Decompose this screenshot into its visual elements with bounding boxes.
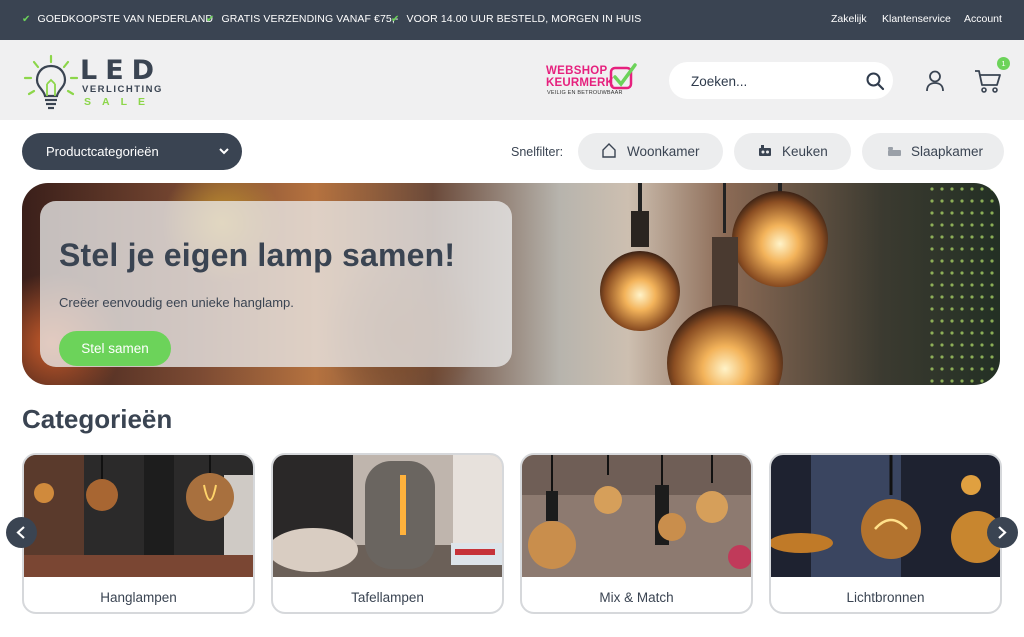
check-icon: ✔	[391, 13, 400, 25]
category-image	[24, 455, 253, 577]
category-label: Hanglampen	[100, 590, 177, 605]
bed-icon	[888, 147, 901, 156]
site-header: LED VERLICHTING SALE WEBSHOP KEURMERK VE…	[0, 40, 1024, 120]
logo-text-sale: SALE	[84, 96, 157, 108]
stove-icon	[759, 145, 771, 156]
category-card-mix-match[interactable]: Mix & Match	[520, 453, 753, 614]
category-card-tafellampen[interactable]: Tafellampen	[271, 453, 504, 614]
usp-text: GRATIS VERZENDING VANAF €75,-	[221, 13, 399, 25]
filter-chip-woonkamer[interactable]: Woonkamer	[578, 133, 723, 170]
chevron-left-icon	[16, 526, 25, 539]
chevron-right-icon	[998, 526, 1007, 539]
site-logo[interactable]: LED VERLICHTING SALE	[22, 54, 172, 110]
product-categories-dropdown[interactable]: Productcategorieën	[22, 133, 242, 170]
chip-label: Woonkamer	[627, 144, 700, 159]
search-bar	[669, 62, 893, 99]
filter-chip-keuken[interactable]: Keuken	[734, 133, 851, 170]
shopping-cart-icon[interactable]	[974, 68, 1002, 94]
hero-title: Stel je eigen lamp samen!	[59, 237, 456, 273]
lightbulb-logo-icon	[23, 54, 79, 110]
quickfilter-label: Snelfilter:	[511, 145, 564, 159]
pendant-lamps-image	[600, 183, 828, 385]
dropdown-label: Productcategorieën	[46, 144, 159, 159]
category-image	[771, 455, 1000, 577]
usp-text: GOEDKOOPSTE VAN NEDERLAND	[37, 13, 214, 25]
chip-label: Slaapkamer	[911, 144, 984, 159]
webshop-keurmerk-badge[interactable]: WEBSHOP KEURMERK VEILIG EN BETROUWBAAR	[546, 63, 641, 99]
filter-chip-slaapkamer[interactable]: Slaapkamer	[862, 133, 1004, 170]
usp-item: ✔ GOEDKOOPSTE VAN NEDERLAND	[22, 13, 213, 25]
check-icon: ✔	[22, 13, 31, 25]
top-bar: ✔ GOEDKOOPSTE VAN NEDERLAND ✔ GRATIS VER…	[0, 0, 1024, 40]
hero-banner[interactable]: Stel je eigen lamp samen! Creëer eenvoud…	[22, 183, 1000, 385]
logo-text-verlichting: VERLICHTING	[82, 84, 163, 95]
usp-text: VOOR 14.00 UUR BESTELD, MORGEN IN HUIS	[406, 13, 642, 25]
category-card-hanglampen[interactable]: Hanglampen	[22, 453, 255, 614]
hero-text-panel: Stel je eigen lamp samen! Creëer eenvoud…	[40, 201, 512, 367]
category-image	[273, 455, 502, 577]
configure-lamp-button[interactable]: Stel samen	[59, 331, 171, 366]
category-label: Tafellampen	[351, 590, 424, 605]
category-label: Lichtbronnen	[846, 590, 925, 605]
hero-greenery	[927, 183, 1000, 385]
search-icon[interactable]	[865, 71, 885, 91]
house-icon	[602, 143, 616, 158]
categories-heading: Categorieën	[22, 404, 173, 434]
keurmerk-line2: KEURMERK	[546, 77, 615, 89]
category-image	[522, 455, 751, 577]
search-input[interactable]	[691, 71, 851, 91]
usp-item: ✔ VOOR 14.00 UUR BESTELD, MORGEN IN HUIS	[391, 13, 641, 25]
link-zakelijk[interactable]: Zakelijk	[831, 13, 867, 25]
chevron-down-icon	[219, 148, 229, 155]
link-klantenservice[interactable]: Klantenservice	[882, 13, 951, 25]
category-label: Mix & Match	[599, 590, 674, 605]
hero-subtitle: Creëer eenvoudig een unieke hanglamp.	[59, 295, 294, 310]
cart-count-badge: 1	[997, 57, 1010, 70]
carousel-prev-button[interactable]	[6, 517, 37, 548]
keurmerk-line1: WEBSHOP	[546, 65, 608, 77]
check-icon: ✔	[206, 13, 215, 25]
user-account-icon[interactable]	[925, 70, 945, 92]
usp-item: ✔ GRATIS VERZENDING VANAF €75,-	[206, 13, 398, 25]
chip-label: Keuken	[782, 144, 828, 159]
link-account[interactable]: Account	[964, 13, 1002, 25]
category-card-lichtbronnen[interactable]: Lichtbronnen	[769, 453, 1002, 614]
logo-text-led: LED	[80, 55, 163, 86]
keurmerk-check-icon	[609, 63, 637, 90]
carousel-next-button[interactable]	[987, 517, 1018, 548]
